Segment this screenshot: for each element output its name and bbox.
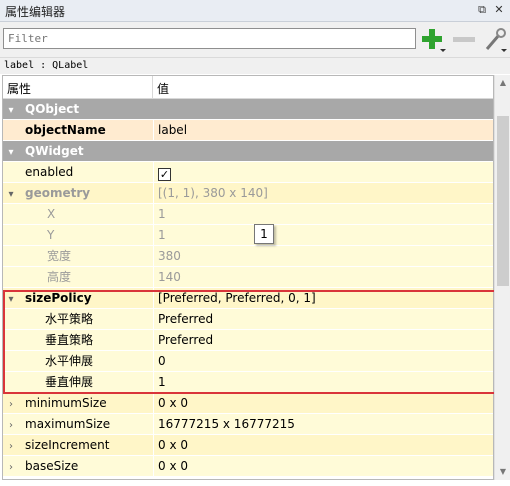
chevron-right-icon[interactable]: ›: [3, 416, 19, 434]
property-name: maximumSize: [25, 417, 111, 431]
property-name: geometry: [25, 186, 91, 200]
property-name: 宽度: [47, 249, 72, 263]
remove-property-button[interactable]: [451, 27, 477, 53]
float-window-icon[interactable]: ⧉: [475, 3, 489, 17]
configure-button[interactable]: [481, 27, 509, 53]
property-row-width[interactable]: 宽度 380: [3, 246, 493, 267]
property-row-enabled[interactable]: enabled ✓: [3, 162, 493, 183]
property-value[interactable]: 380: [153, 246, 493, 266]
property-row-sizepolicy[interactable]: ▾ sizePolicy [Preferred, Preferred, 0, 1]: [3, 288, 493, 309]
property-name: sizePolicy: [25, 291, 92, 305]
chevron-down-icon: ▾: [8, 105, 14, 116]
property-name: sizeIncrement: [25, 438, 110, 452]
property-value[interactable]: 0: [153, 351, 493, 371]
window-title: 属性编辑器: [5, 5, 66, 19]
property-value[interactable]: 16777215 x 16777215: [153, 414, 493, 434]
property-name: X: [47, 207, 56, 221]
dock-title-bar: 属性编辑器 ⧉ ✕: [0, 0, 510, 22]
property-tree[interactable]: 属性 值 ▾ QObject objectName label ▾ QWidget …: [2, 75, 494, 480]
property-value[interactable]: [(1, 1), 380 x 140]: [153, 183, 493, 203]
property-name: baseSize: [25, 459, 79, 473]
property-value[interactable]: 140: [153, 267, 493, 287]
property-row-vertical-policy[interactable]: 垂直策略 Preferred: [3, 330, 493, 351]
property-name: 高度: [47, 270, 72, 284]
property-value[interactable]: 1: [153, 372, 493, 392]
property-value[interactable]: label: [153, 120, 493, 140]
property-name: 水平伸展: [45, 354, 94, 368]
category-label: QWidget: [25, 144, 84, 158]
property-value[interactable]: 1: [153, 204, 493, 224]
property-name: 垂直策略: [45, 333, 94, 347]
add-dynamic-property-button[interactable]: [420, 27, 448, 53]
property-row-geometry[interactable]: ▾ geometry [(1, 1), 380 x 140]: [3, 183, 493, 204]
minus-icon: [453, 37, 475, 42]
property-row-x[interactable]: X 1: [3, 204, 493, 225]
tree-header: 属性 值: [3, 76, 493, 99]
filter-toolbar: [0, 22, 510, 58]
property-row-height[interactable]: 高度 140: [3, 267, 493, 288]
property-row-maximumsize[interactable]: › maximumSize 16777215 x 16777215: [3, 414, 493, 435]
property-row-horizontal-policy[interactable]: 水平策略 Preferred: [3, 309, 493, 330]
column-header-property[interactable]: 属性: [7, 80, 31, 97]
property-value[interactable]: Preferred: [153, 330, 493, 350]
property-row-horizontal-stretch[interactable]: 水平伸展 0: [3, 351, 493, 372]
property-row-basesize[interactable]: › baseSize 0 x 0: [3, 456, 493, 477]
wrench-icon: [485, 28, 507, 52]
property-row-minimumsize[interactable]: › minimumSize 0 x 0: [3, 393, 493, 414]
scrollbar-thumb[interactable]: [497, 116, 509, 286]
close-icon[interactable]: ✕: [492, 3, 506, 17]
property-row-sizeincrement[interactable]: › sizeIncrement 0 x 0: [3, 435, 493, 456]
chevron-right-icon[interactable]: ›: [3, 458, 19, 476]
property-value[interactable]: Preferred: [153, 309, 493, 329]
plus-icon: [422, 29, 446, 52]
property-name: 垂直伸展: [45, 375, 94, 389]
category-row-qobject[interactable]: ▾ QObject: [3, 99, 493, 120]
chevron-down-icon[interactable]: ▾: [3, 185, 19, 203]
property-name: Y: [47, 228, 55, 242]
property-value[interactable]: 0 x 0: [153, 456, 493, 476]
chevron-right-icon[interactable]: ›: [3, 395, 19, 413]
value-tooltip: 1: [254, 224, 274, 244]
enabled-checkbox[interactable]: ✓: [158, 168, 171, 181]
property-value[interactable]: 1: [153, 225, 493, 245]
property-value[interactable]: 0 x 0: [153, 435, 493, 455]
scroll-down-arrow-icon[interactable]: ▼: [495, 464, 510, 480]
object-class-label: label : QLabel: [0, 57, 510, 74]
property-value[interactable]: 0 x 0: [153, 393, 493, 413]
property-name: enabled: [25, 165, 74, 179]
category-row-qwidget[interactable]: ▾ QWidget: [3, 141, 493, 162]
column-header-value[interactable]: 值: [157, 80, 169, 97]
filter-input[interactable]: [3, 28, 416, 49]
chevron-down-icon: ▾: [8, 147, 14, 158]
chevron-right-icon[interactable]: ›: [3, 437, 19, 455]
header-divider: [152, 76, 153, 99]
category-label: QObject: [25, 102, 80, 116]
property-value[interactable]: [Preferred, Preferred, 0, 1]: [153, 288, 493, 308]
property-row-objectname[interactable]: objectName label: [3, 120, 493, 141]
property-name: 水平策略: [45, 312, 94, 326]
chevron-down-icon[interactable]: ▾: [3, 290, 19, 308]
vertical-scrollbar[interactable]: ▲ ▼: [494, 75, 510, 480]
property-name: objectName: [25, 123, 106, 137]
property-row-y[interactable]: Y 1: [3, 225, 493, 246]
property-name: minimumSize: [25, 396, 107, 410]
property-row-vertical-stretch[interactable]: 垂直伸展 1: [3, 372, 493, 393]
scroll-up-arrow-icon[interactable]: ▲: [495, 75, 510, 91]
